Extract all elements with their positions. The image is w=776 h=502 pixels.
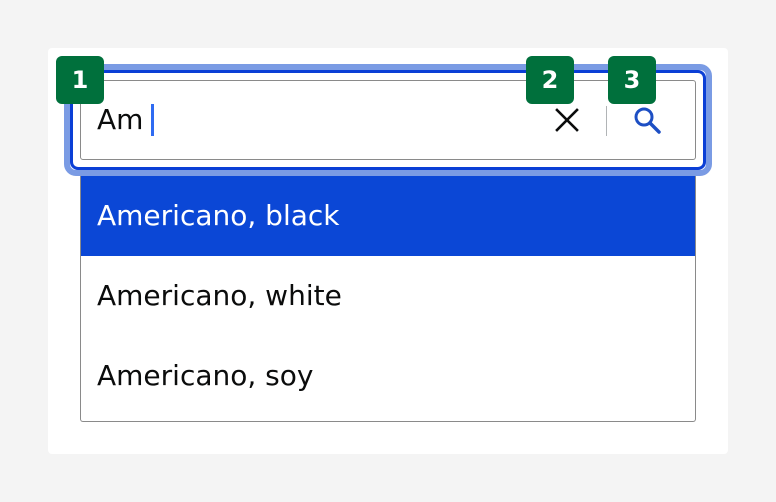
search-combobox[interactable]: Am <box>80 80 696 160</box>
text-caret <box>151 104 155 136</box>
search-input[interactable]: Am <box>97 81 155 159</box>
suggestions-listbox: Americano, black Americano, white Americ… <box>80 176 696 422</box>
button-divider <box>606 106 607 136</box>
annotation-badge-3: 3 <box>608 56 656 104</box>
annotation-badge-2: 2 <box>526 56 574 104</box>
option-americano-soy[interactable]: Americano, soy <box>81 336 695 416</box>
option-americano-white[interactable]: Americano, white <box>81 256 695 336</box>
clear-button[interactable] <box>547 100 587 140</box>
search-button[interactable] <box>627 100 667 140</box>
option-americano-black[interactable]: Americano, black <box>81 176 695 256</box>
close-icon <box>555 108 579 132</box>
search-icon <box>634 107 661 134</box>
annotation-badge-1: 1 <box>56 56 104 104</box>
